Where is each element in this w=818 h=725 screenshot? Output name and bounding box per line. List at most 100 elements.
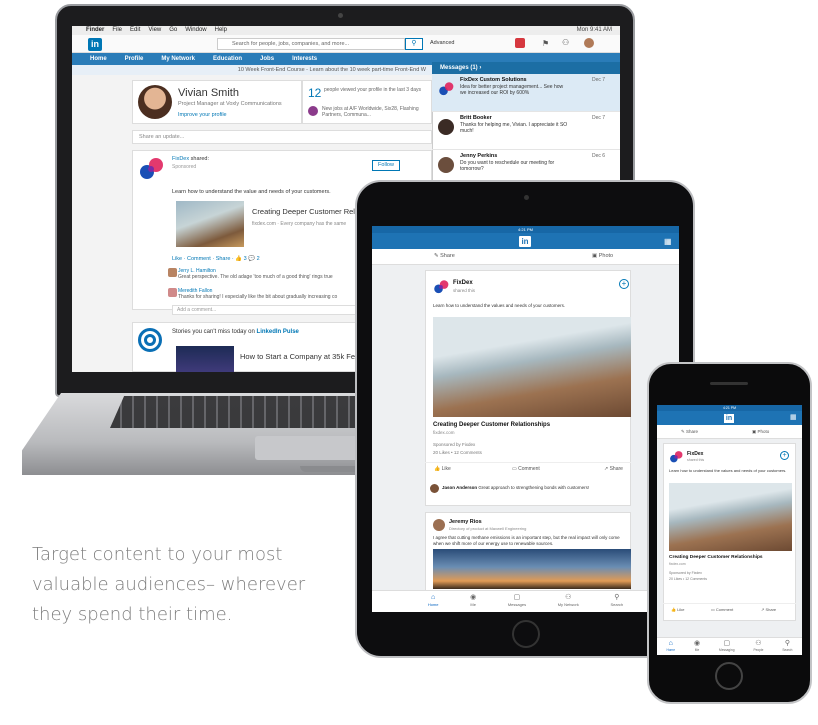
commenter-avatar[interactable]: [168, 288, 177, 297]
search-icon[interactable]: ⚲: [405, 38, 423, 50]
nav-profile[interactable]: Profile: [125, 53, 144, 65]
camera-icon: ▣: [592, 253, 599, 259]
messages-icon[interactable]: [515, 38, 525, 48]
profile-views-text[interactable]: people viewed your profile in the last 3…: [324, 87, 429, 93]
comment-button[interactable]: ▭ Comment: [711, 607, 733, 612]
grid-icon[interactable]: ▦: [790, 413, 797, 421]
menu-finder[interactable]: Finder: [86, 26, 104, 35]
avatar[interactable]: [584, 38, 594, 48]
follow-plus-icon[interactable]: +: [619, 279, 629, 289]
sponsored-label: Sponsored by Fixdex: [669, 571, 702, 575]
photo-button[interactable]: ▣ Photo: [752, 429, 769, 435]
fixdex-logo-icon[interactable]: [138, 156, 164, 182]
menu-go[interactable]: Go: [169, 26, 177, 35]
photo-button[interactable]: ▣ Photo: [592, 253, 613, 259]
like-button[interactable]: 👍 Like: [671, 607, 684, 612]
flag-icon[interactable]: ⚑: [542, 39, 549, 48]
nav-jobs[interactable]: Jobs: [260, 53, 274, 65]
post-actions[interactable]: Like · Comment · Share · 👍 3 💬 2: [172, 256, 260, 262]
article-title[interactable]: Creating Deeper Customer Relationships: [669, 555, 763, 560]
like-label: Like: [441, 466, 451, 472]
tablet-home-button[interactable]: [512, 620, 540, 648]
menu-edit[interactable]: Edit: [130, 26, 140, 35]
nav-home[interactable]: ⌂ Home: [428, 594, 439, 612]
nav-education[interactable]: Education: [213, 53, 242, 65]
nav-my-network[interactable]: My Network: [161, 53, 195, 65]
share-button[interactable]: ✎ Share: [434, 253, 455, 259]
nav-messaging[interactable]: ▢ Messaging: [719, 640, 734, 655]
nav-home-label: Home: [427, 602, 439, 607]
nav-me[interactable]: ◉ Me: [470, 594, 476, 612]
pulse-link[interactable]: LinkedIn Pulse: [257, 329, 299, 335]
advanced-search-link[interactable]: Advanced: [430, 40, 454, 46]
share-button[interactable]: ✎ Share: [681, 429, 698, 435]
post-author[interactable]: FixDex: [453, 280, 473, 286]
commenter-avatar[interactable]: [168, 268, 177, 277]
social-counts[interactable]: 20 Likes • 12 Comments: [433, 450, 482, 455]
profile-name[interactable]: Vivian Smith: [178, 87, 239, 99]
linkedin-logo[interactable]: in: [519, 236, 531, 247]
tablet-camera: [524, 195, 529, 200]
share-update-input[interactable]: Share an update...: [132, 130, 432, 144]
comment-button[interactable]: ▭ Comment: [512, 466, 540, 472]
share-post-button[interactable]: ↗ Share: [761, 607, 776, 612]
fixdex-logo-icon[interactable]: [669, 450, 683, 464]
composer-bar: [372, 249, 679, 265]
phone-speaker: [710, 382, 748, 385]
nav-search-label: Search: [782, 648, 793, 652]
post-author[interactable]: FixDex: [687, 451, 703, 457]
new-jobs-text[interactable]: New jobs at A/F Worldwide, Six28, Flashi…: [322, 106, 430, 118]
nav-search[interactable]: ⚲ Search: [782, 640, 792, 655]
nav-interests[interactable]: Interests: [292, 53, 317, 65]
message-preview: Idea for better project management... Se…: [460, 84, 564, 96]
nav-search-label: Search: [610, 602, 624, 607]
tablet-screen: 4:21 PM in ▦ ✎ Share ▣ Photo FixDex shar…: [372, 226, 679, 612]
nav-home[interactable]: Home: [90, 53, 107, 65]
nav-my-network[interactable]: ⚇ My Network: [558, 594, 579, 612]
menu-file[interactable]: File: [112, 26, 122, 35]
article-image[interactable]: [433, 317, 631, 417]
add-connection-icon[interactable]: ⚇: [562, 38, 569, 47]
article-image[interactable]: [669, 483, 792, 551]
menu-view[interactable]: View: [148, 26, 161, 35]
article-title[interactable]: Creating Deeper Customer Relationships: [433, 422, 550, 428]
messages-header[interactable]: Messages (1) ›: [432, 62, 620, 74]
home-icon: ⌂: [431, 594, 436, 601]
profile-views-count[interactable]: 12: [308, 86, 321, 100]
nav-people[interactable]: ⚇ People: [753, 640, 763, 655]
story-title[interactable]: How to Start a Company at 35k Feet: [240, 352, 361, 361]
nav-search[interactable]: ⚲ Search: [610, 594, 623, 612]
article-image[interactable]: [176, 201, 244, 247]
post-author-sub: shared this: [687, 458, 705, 462]
grid-icon[interactable]: ▦: [664, 237, 672, 246]
share-post-label: Share: [765, 607, 777, 612]
menu-help[interactable]: Help: [215, 26, 227, 35]
profile-avatar[interactable]: [138, 85, 172, 119]
nav-home[interactable]: ⌂ Home: [666, 640, 675, 655]
post-author[interactable]: FixDex shared:: [172, 156, 209, 162]
menu-window[interactable]: Window: [185, 26, 206, 35]
post-author[interactable]: Jeremy Rios: [449, 519, 482, 525]
comment-author[interactable]: Jason Anderson: [442, 485, 477, 490]
like-button[interactable]: 👍 Like: [434, 466, 451, 472]
phone-home-button[interactable]: [715, 662, 743, 690]
comment-text: Thanks for sharing! I especially like th…: [178, 294, 338, 300]
post-image[interactable]: [433, 549, 631, 589]
post-author-name[interactable]: FixDex: [172, 156, 189, 162]
promo-banner[interactable]: 10 Week Front-End Course - Learn about t…: [72, 65, 432, 75]
linkedin-logo[interactable]: in: [88, 38, 102, 51]
nav-messages[interactable]: ▢ Messages: [508, 594, 526, 612]
story-image[interactable]: [176, 346, 234, 372]
avatar[interactable]: [433, 519, 445, 531]
share-post-button[interactable]: ↗ Share: [604, 466, 623, 472]
nav-me[interactable]: ◉ Me: [694, 640, 700, 655]
improve-profile-link[interactable]: Improve your profile: [178, 112, 227, 118]
social-counts[interactable]: 20 Likes • 12 Comments: [669, 577, 707, 581]
linkedin-logo[interactable]: in: [724, 414, 734, 423]
search-input[interactable]: Search for people, jobs, companies, and …: [217, 38, 405, 50]
follow-plus-icon[interactable]: +: [780, 451, 789, 460]
fixdex-logo-icon[interactable]: [433, 279, 449, 295]
avatar[interactable]: [430, 484, 439, 493]
follow-button[interactable]: Follow: [372, 160, 400, 171]
people-icon: ⚇: [565, 594, 572, 601]
